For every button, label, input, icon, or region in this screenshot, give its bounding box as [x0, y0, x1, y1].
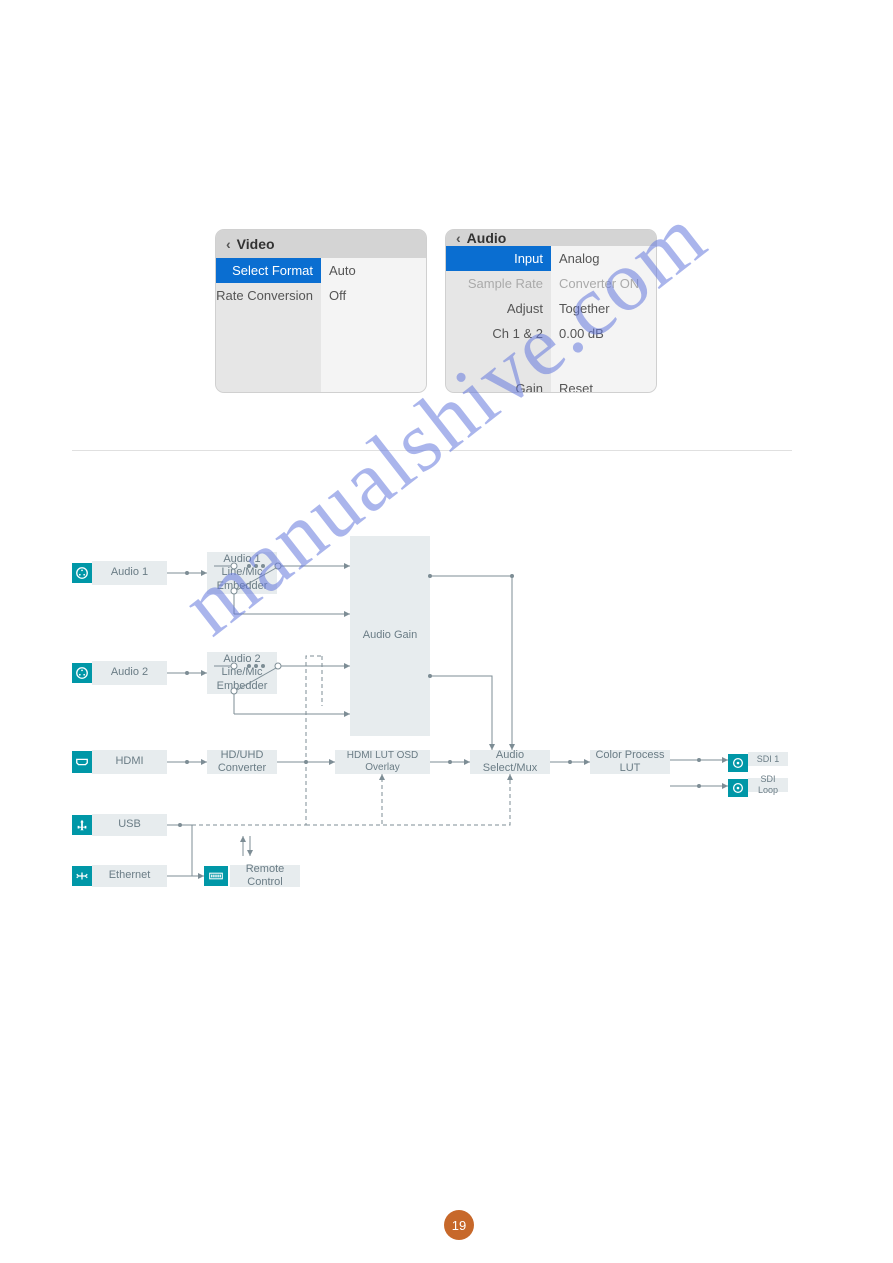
audio-title: Audio	[467, 230, 507, 246]
block-remote-control: Remote Control	[230, 865, 300, 887]
switch-icon	[204, 866, 228, 886]
ethernet-icon	[72, 866, 92, 886]
bnc-icon	[728, 779, 748, 797]
block-color-process: Color Process LUT	[590, 750, 670, 774]
audio-panel: ‹ Audio Input Sample Rate Adjust Ch 1 & …	[446, 230, 656, 392]
audio-gain-value[interactable]: Reset	[551, 376, 656, 392]
block-hdmi-converter: HD/UHD Converter	[207, 750, 277, 774]
chevron-left-icon: ‹	[226, 236, 231, 252]
video-row-label[interactable]: Select Format	[216, 258, 321, 283]
video-row-value: Auto	[321, 258, 426, 283]
xlr-icon	[72, 663, 92, 683]
output-sdi1: SDI 1	[748, 752, 788, 766]
block-audio-mux: Audio Select/Mux	[470, 750, 550, 774]
audio-row-value: 0.00 dB	[551, 321, 656, 346]
audio-row-value: Analog	[551, 246, 656, 271]
output-sdi-loop: SDI Loop	[748, 778, 788, 792]
usb-icon	[72, 815, 92, 835]
hdmi-icon	[72, 751, 92, 773]
chevron-left-icon: ‹	[456, 230, 461, 246]
input-audio2: Audio 2	[92, 661, 167, 685]
input-usb: USB	[92, 814, 167, 836]
video-row-value: Off	[321, 283, 426, 308]
block-audio-gain: Audio Gain	[350, 536, 430, 736]
audio-row-label[interactable]: Adjust	[446, 296, 551, 321]
block-diagram: Audio 1 Audio 2 HDMI USB Ethernet Audio …	[72, 536, 792, 896]
input-audio1: Audio 1	[92, 561, 167, 585]
video-row-label[interactable]: Rate Conversion	[216, 283, 321, 308]
input-hdmi: HDMI	[92, 750, 167, 774]
block-hdmi-overlay: HDMI LUT OSD Overlay	[335, 750, 430, 774]
audio-row-label: Sample Rate	[446, 271, 551, 296]
video-panel: ‹ Video Select Format Rate Conversion Au…	[216, 230, 426, 392]
page-number-badge: 19	[444, 1210, 474, 1240]
video-title: Video	[237, 236, 275, 252]
audio-row-value: Together	[551, 296, 656, 321]
video-panel-header[interactable]: ‹ Video	[216, 230, 426, 258]
diagram-wires	[72, 536, 792, 896]
block-audio1-embedder: Audio 1 Line/Mic Embedder	[207, 552, 277, 594]
audio-gain-label[interactable]: Gain	[446, 376, 551, 392]
separator-rule	[72, 450, 792, 451]
input-ethernet: Ethernet	[92, 865, 167, 887]
audio-row-label[interactable]: Ch 1 & 2	[446, 321, 551, 346]
audio-row-label[interactable]: Input	[446, 246, 551, 271]
audio-row-value: Converter ON	[551, 271, 656, 296]
block-audio2-embedder: Audio 2 Line/Mic Embedder	[207, 652, 277, 694]
xlr-icon	[72, 563, 92, 583]
bnc-icon	[728, 754, 748, 772]
audio-panel-header[interactable]: ‹ Audio	[446, 230, 656, 246]
